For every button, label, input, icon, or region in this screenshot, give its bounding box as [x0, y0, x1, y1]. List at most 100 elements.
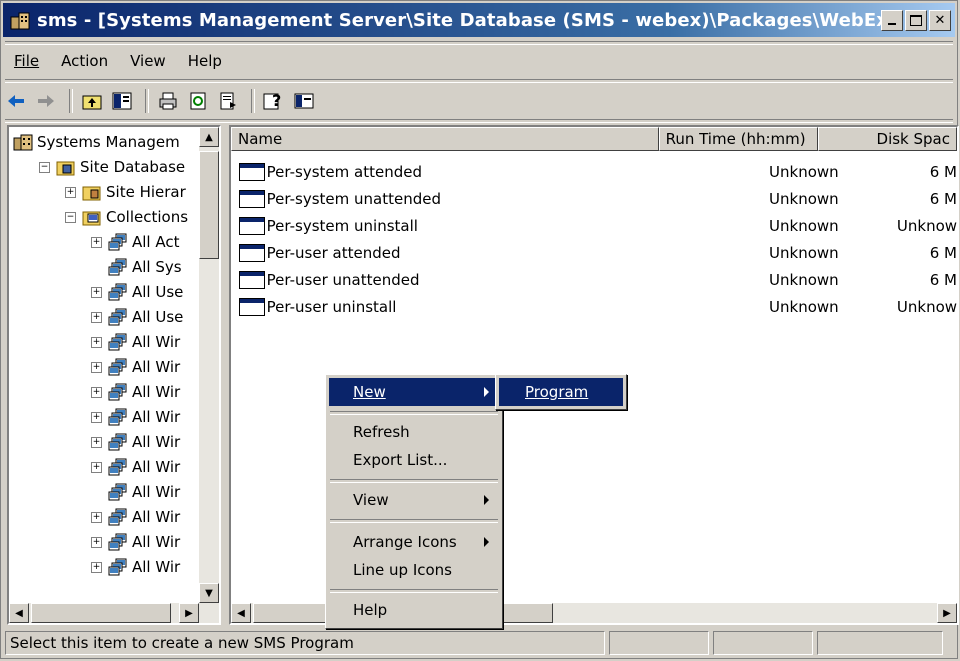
program-disk-space: Unknow — [896, 217, 958, 235]
tree-item[interactable]: Systems Managem — [13, 131, 180, 153]
up-level-icon[interactable] — [79, 88, 105, 114]
tree-item[interactable]: + All Wir — [91, 506, 180, 528]
collapse-icon[interactable]: − — [39, 161, 50, 173]
menu-item-arrange-icons[interactable]: Arrange Icons — [329, 528, 499, 556]
tree-item[interactable]: − Site Database — [39, 156, 185, 178]
tree-item[interactable]: + All Act — [91, 231, 180, 253]
menu-file[interactable]: File — [3, 52, 50, 70]
collapse-icon[interactable]: − — [65, 211, 76, 223]
status-bar: Select this item to create a new SMS Pro… — [5, 631, 953, 657]
scroll-left-icon[interactable]: ◀ — [231, 603, 251, 623]
forward-icon[interactable] — [33, 88, 59, 114]
refresh-icon[interactable] — [185, 88, 211, 114]
list-item[interactable]: Per-user attended Unknown 6 M — [231, 240, 957, 266]
list-item[interactable]: Per-user uninstall Unknown Unknow — [231, 294, 957, 320]
list-item[interactable]: Per-system unattended Unknown 6 M — [231, 186, 957, 212]
tree-item[interactable]: + All Wir — [91, 556, 180, 578]
tree-item-label: All Use — [132, 283, 184, 301]
show-hide-tree-icon[interactable] — [109, 88, 135, 114]
menu-item-export-list[interactable]: Export List... — [329, 446, 499, 474]
menu-item-line-up-icons[interactable]: Line up Icons — [329, 556, 499, 584]
print-icon[interactable] — [155, 88, 181, 114]
menu-item-view[interactable]: View — [329, 486, 499, 514]
minimize-icon[interactable] — [881, 9, 903, 31]
collection-icon — [108, 358, 128, 376]
tree-vertical-scrollbar[interactable]: ▲ ▼ — [199, 127, 219, 603]
column-header-name[interactable]: Name — [231, 127, 659, 151]
tree-item[interactable]: + All Wir — [91, 406, 180, 428]
tree-item[interactable]: All Wir — [91, 481, 180, 503]
program-name: Per-user unattended — [266, 271, 420, 289]
menu-item-refresh[interactable]: Refresh — [329, 418, 499, 446]
tree-item[interactable]: + All Use — [91, 281, 183, 303]
tree-item[interactable]: + All Use — [91, 306, 183, 328]
scroll-down-icon[interactable]: ▼ — [199, 583, 219, 603]
list-item[interactable]: Per-user unattended Unknown 6 M — [231, 267, 957, 293]
tree-item[interactable]: + All Wir — [91, 381, 180, 403]
menu-separator — [330, 589, 498, 593]
expand-icon[interactable]: + — [91, 386, 102, 398]
title-bar[interactable]: sms - [Systems Management Server\Site Da… — [3, 3, 955, 37]
menu-item-new[interactable]: New — [329, 378, 499, 406]
expand-icon[interactable]: + — [91, 286, 102, 298]
menu-item-help[interactable]: Help — [329, 596, 499, 624]
tree-item-label: All Wir — [132, 408, 181, 426]
program-disk-space: 6 M — [929, 190, 958, 208]
tree-item[interactable]: + All Wir — [91, 456, 180, 478]
menu-action[interactable]: Action — [50, 52, 119, 70]
toolbar-separator — [69, 89, 73, 113]
expand-icon[interactable]: + — [91, 436, 102, 448]
sms-app-icon[interactable] — [9, 9, 31, 31]
column-header-disk-space[interactable]: Disk Spac — [817, 127, 957, 151]
program-icon — [239, 190, 265, 208]
column-header-runtime[interactable]: Run Time (hh:mm) — [658, 127, 818, 151]
list-item[interactable]: Per-system attended Unknown 6 M — [231, 159, 957, 185]
expand-icon[interactable]: + — [65, 186, 76, 198]
site-hierarchy-icon — [82, 183, 102, 201]
expand-icon[interactable]: + — [91, 536, 102, 548]
tree-item[interactable]: + All Wir — [91, 331, 180, 353]
menu-item-program[interactable]: Program — [499, 378, 623, 406]
expand-icon[interactable]: + — [91, 236, 102, 248]
close-icon[interactable]: ✕ — [929, 9, 951, 31]
tree-item[interactable]: + All Wir — [91, 431, 180, 453]
expand-icon[interactable]: + — [91, 336, 102, 348]
scroll-left-icon[interactable]: ◀ — [9, 603, 29, 623]
tree-horizontal-scrollbar[interactable]: ◀ ▶ — [9, 603, 219, 623]
tree-item[interactable]: − Collections — [65, 206, 188, 228]
expand-icon[interactable]: + — [91, 561, 102, 573]
scroll-right-icon[interactable]: ▶ — [179, 603, 199, 623]
menu-bar: File Action View Help — [3, 48, 955, 74]
console-view-icon[interactable] — [291, 88, 317, 114]
tree-item[interactable]: + All Wir — [91, 356, 180, 378]
menu-help[interactable]: Help — [177, 52, 233, 70]
help-icon[interactable]: ? — [261, 88, 287, 114]
collection-icon — [108, 333, 128, 351]
scroll-up-icon[interactable]: ▲ — [199, 127, 219, 147]
console-tree[interactable]: Systems Managem − Site Database + Site Hiera… — [7, 125, 221, 625]
expand-icon[interactable]: + — [91, 511, 102, 523]
expand-icon[interactable]: + — [91, 461, 102, 473]
menu-view[interactable]: View — [119, 52, 177, 70]
expand-icon[interactable]: + — [91, 311, 102, 323]
window-title: sms - [Systems Management Server\Site Da… — [37, 9, 881, 31]
expand-icon[interactable]: + — [91, 361, 102, 373]
collection-icon — [108, 533, 128, 551]
scroll-thumb[interactable] — [31, 603, 171, 623]
menu-separator — [330, 519, 498, 523]
back-icon[interactable] — [3, 88, 29, 114]
collections-icon — [82, 208, 102, 226]
tree-item[interactable]: + Site Hierar — [65, 181, 186, 203]
scroll-right-icon[interactable]: ▶ — [937, 603, 957, 623]
menu-separator — [330, 411, 498, 415]
tree-item[interactable]: + All Wir — [91, 531, 180, 553]
program-name: Per-user attended — [266, 244, 401, 262]
list-item[interactable]: Per-system uninstall Unknown Unknow — [231, 213, 957, 239]
scroll-thumb[interactable] — [199, 151, 219, 259]
maximize-icon[interactable] — [905, 9, 927, 31]
export-list-icon[interactable] — [215, 88, 241, 114]
tree-item[interactable]: All Sys — [91, 256, 182, 278]
program-icon — [239, 298, 265, 316]
tree-item-label: All Use — [132, 308, 184, 326]
expand-icon[interactable]: + — [91, 411, 102, 423]
